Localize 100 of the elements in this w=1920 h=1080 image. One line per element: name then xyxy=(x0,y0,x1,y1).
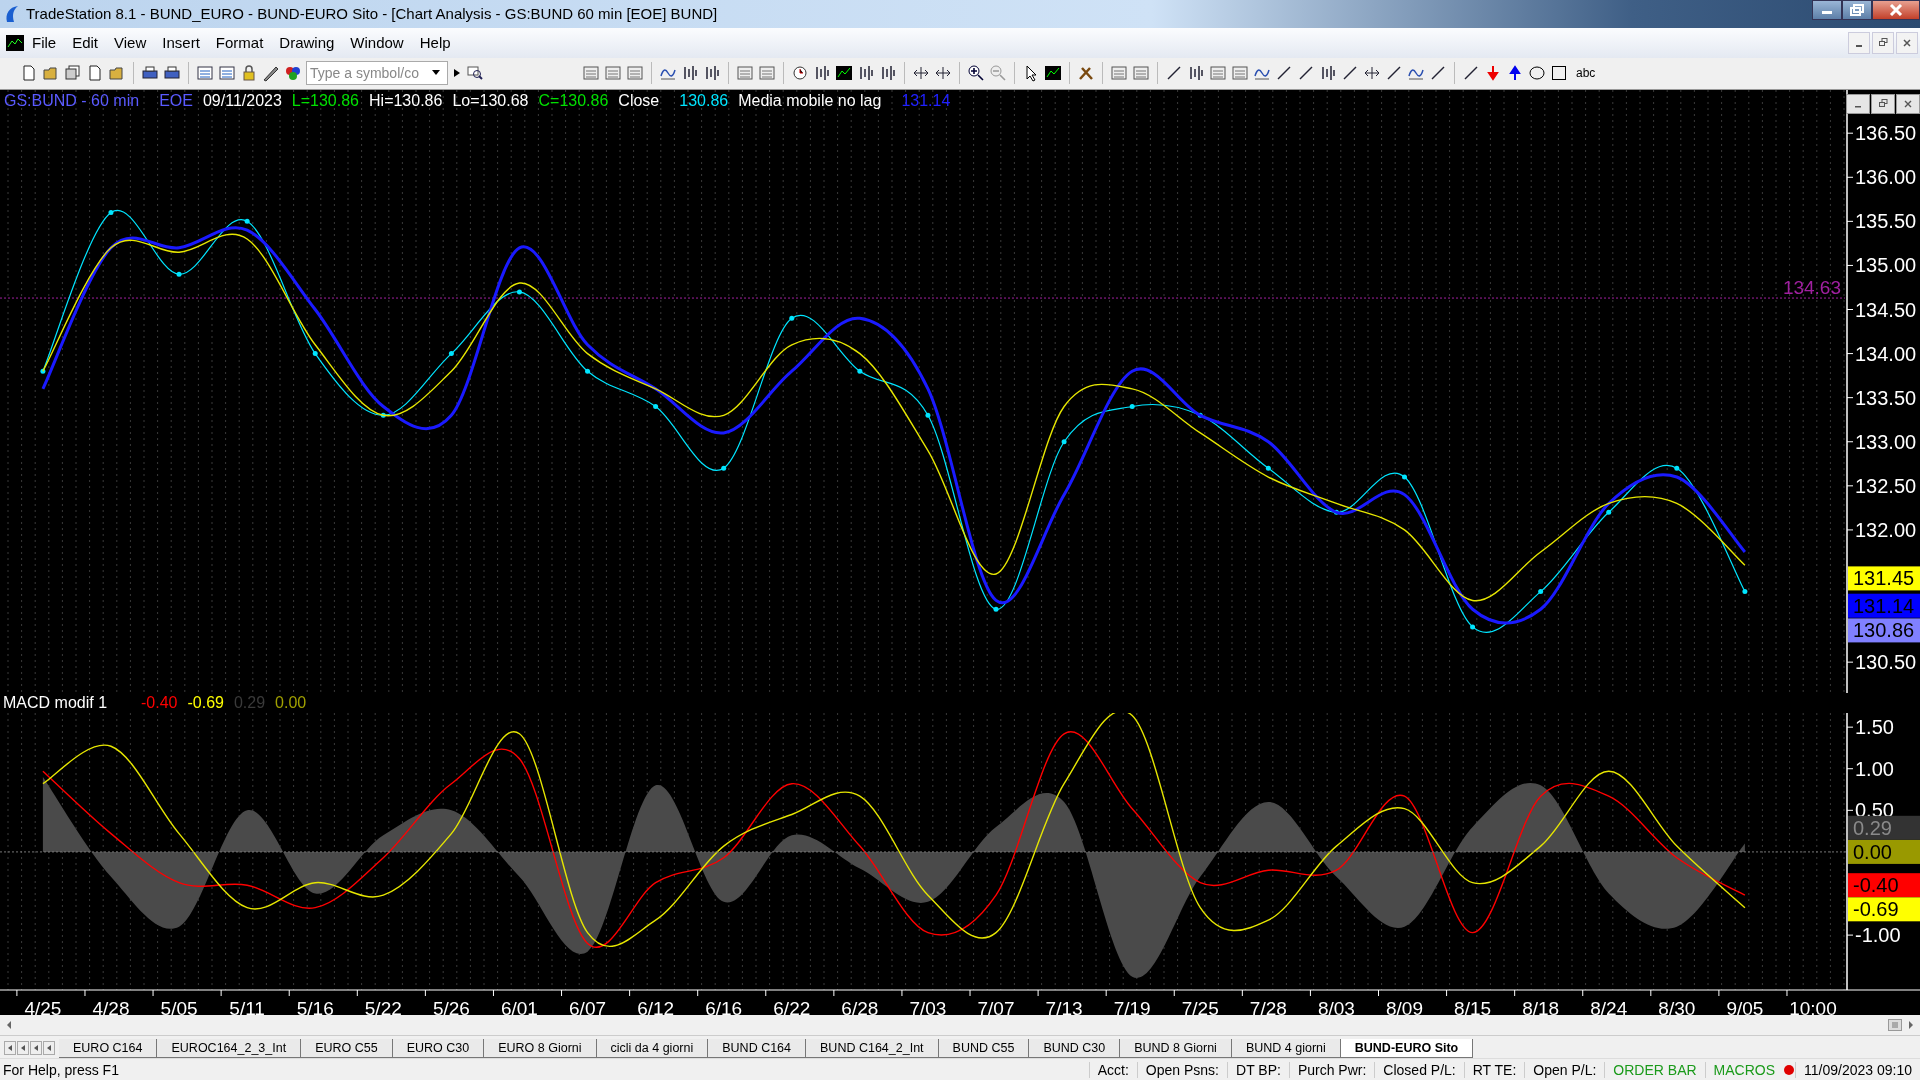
menu-item[interactable]: View xyxy=(106,34,155,52)
legend-text: Hi=130.86 xyxy=(369,91,443,110)
axis-label: 136.00 xyxy=(1855,165,1917,188)
legend-text: 0.00 xyxy=(275,693,307,712)
date-label: 6/16 xyxy=(705,997,743,1016)
legend-text: GS:BUND - 60 min xyxy=(4,91,140,110)
date-label: 7/19 xyxy=(1113,997,1151,1016)
level-label: 134.63 xyxy=(1782,276,1841,298)
legend-text: MACD modif 1 xyxy=(3,693,108,712)
legend-text: Media mobile no lag xyxy=(738,91,882,110)
date-label: 8/09 xyxy=(1386,997,1423,1016)
date-label: 7/03 xyxy=(909,997,947,1016)
axis-label: 135.00 xyxy=(1855,254,1917,277)
legend-text: -0.69 xyxy=(187,693,224,712)
status-field: Open Psns: xyxy=(1136,1061,1227,1078)
date-label: 5/16 xyxy=(296,997,334,1016)
menu-item[interactable]: Insert xyxy=(154,34,208,52)
symbol-field[interactable]: Type a symbol/co xyxy=(306,61,448,86)
date-label: 6/12 xyxy=(637,997,675,1016)
menu-item[interactable]: Help xyxy=(411,34,459,52)
sheet-tab[interactable]: BUND 4 giorni xyxy=(1231,1039,1341,1059)
axis-label: 134.00 xyxy=(1855,342,1917,365)
axis-label: 133.50 xyxy=(1855,386,1917,409)
date-label: 5/26 xyxy=(432,997,470,1016)
legend-text: Lo=130.68 xyxy=(452,91,529,110)
status-field: ORDER BAR xyxy=(1604,1061,1705,1078)
date-label: 8/18 xyxy=(1522,997,1560,1016)
date-label: 8/24 xyxy=(1590,997,1628,1016)
status-field: Closed P/L: xyxy=(1374,1061,1464,1078)
date-label: 9/05 xyxy=(1726,997,1764,1016)
axis-label: 135.50 xyxy=(1855,210,1917,233)
axis-label: 136.50 xyxy=(1855,121,1917,144)
menu-item[interactable]: Format xyxy=(207,34,272,52)
menu-item[interactable]: Drawing xyxy=(271,34,343,52)
legend-text: 131.14 xyxy=(901,91,951,110)
status-field: MACROS xyxy=(1704,1061,1784,1078)
date-label: 7/13 xyxy=(1045,997,1083,1016)
legend-text: L=130.86 xyxy=(291,91,359,110)
axis-label: 132.50 xyxy=(1855,474,1917,497)
legend-text: C=130.86 xyxy=(538,91,609,110)
status-field: Open P/L: xyxy=(1524,1061,1605,1078)
date-label: 5/05 xyxy=(160,997,198,1016)
date-label: 6/28 xyxy=(841,997,879,1016)
value-tag: 0.00 xyxy=(1848,839,1920,864)
status-datetime: 11/09/2023 09:10 xyxy=(1795,1061,1920,1078)
axis-label: 130.50 xyxy=(1855,650,1917,673)
axis-label: 1.00 xyxy=(1855,757,1894,780)
date-label: 7/25 xyxy=(1181,997,1219,1016)
price-tag: 130.86 xyxy=(1848,618,1920,643)
date-label: 4/28 xyxy=(92,997,130,1016)
status-field: Purch Pwr: xyxy=(1288,1061,1375,1078)
date-label: 7/07 xyxy=(977,997,1015,1016)
sheet-tab[interactable]: BUND C164_2_Int xyxy=(806,1039,939,1059)
menu-item[interactable]: File xyxy=(24,34,65,52)
legend-text: EOE xyxy=(159,91,193,110)
legend-text: 130.86 xyxy=(679,91,729,110)
axis-label: 1.50 xyxy=(1855,715,1894,738)
value-tag: -0.69 xyxy=(1848,897,1920,921)
text-tool[interactable]: abc xyxy=(1576,66,1596,81)
sheet-tab[interactable]: EUROC164_2_3_Int xyxy=(157,1039,302,1059)
date-label: 7/28 xyxy=(1249,997,1287,1016)
sheet-tab[interactable]: EURO 8 Giorni xyxy=(484,1039,597,1059)
legend-text: Close xyxy=(618,91,660,110)
date-label: 4/25 xyxy=(24,997,62,1016)
date-label: 10:00 xyxy=(1789,997,1837,1016)
menu-item[interactable]: Edit xyxy=(64,34,107,52)
date-label: 8/15 xyxy=(1454,997,1492,1016)
status-field: RT TE: xyxy=(1463,1061,1525,1078)
price-tag: 131.14 xyxy=(1848,593,1920,618)
sheet-tab[interactable]: BUND C164 xyxy=(708,1039,807,1059)
sheet-tab[interactable]: cicli da 4 giorni xyxy=(596,1039,709,1059)
sheet-tab[interactable]: BUND-EURO Sito xyxy=(1340,1039,1474,1059)
date-label: 6/01 xyxy=(500,997,538,1016)
sheet-tab[interactable]: EURO C30 xyxy=(392,1039,485,1059)
status-text: For Help, press F1 xyxy=(2,1061,120,1078)
value-tag: -0.40 xyxy=(1848,872,1920,897)
value-tag: 0.29 xyxy=(1848,815,1920,840)
status-field: Acct: xyxy=(1088,1061,1137,1078)
legend-text: -0.40 xyxy=(141,693,178,712)
date-label: 5/22 xyxy=(364,997,402,1016)
sheet-tab[interactable]: BUND C30 xyxy=(1029,1039,1121,1059)
sheet-tab[interactable]: EURO C55 xyxy=(301,1039,393,1059)
date-label: 8/30 xyxy=(1658,997,1696,1016)
axis-label: 132.00 xyxy=(1855,518,1917,541)
axis-label: -1.00 xyxy=(1855,923,1901,946)
axis-label: 133.00 xyxy=(1855,430,1917,453)
date-label: 5/11 xyxy=(229,997,265,1016)
sheet-tab[interactable]: EURO C164 xyxy=(59,1039,158,1059)
price-tag: 131.45 xyxy=(1848,566,1920,591)
menu-item[interactable]: Window xyxy=(342,34,412,52)
legend-text: 0.29 xyxy=(233,693,266,712)
sheet-tab[interactable]: BUND 8 Giorni xyxy=(1120,1039,1232,1059)
status-field: DT BP: xyxy=(1227,1061,1289,1078)
date-label: 6/22 xyxy=(773,997,811,1016)
axis-label: 134.50 xyxy=(1855,298,1917,321)
legend-text: 09/11/2023 xyxy=(202,91,282,110)
sheet-tab[interactable]: BUND C55 xyxy=(938,1039,1030,1059)
date-label: 6/07 xyxy=(569,997,607,1016)
date-label: 8/03 xyxy=(1317,997,1355,1016)
window-title: TradeStation 8.1 - BUND_EURO - BUND-EURO Sito - [Chart Analysis - GS:BUND 60 min [EOE] BUND] xyxy=(26,5,719,23)
